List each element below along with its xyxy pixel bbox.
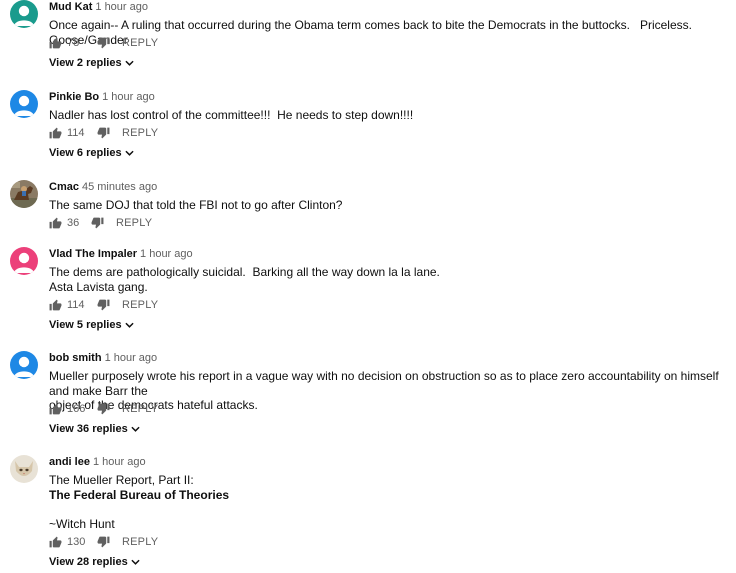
chevron-down-icon xyxy=(131,426,140,432)
comment-author[interactable]: Mud Kat xyxy=(49,1,92,13)
thumbs-up-icon[interactable] xyxy=(49,536,62,548)
view-replies-label: View 5 replies xyxy=(49,319,122,331)
thumbs-up-icon[interactable] xyxy=(49,217,62,229)
thumbs-up-icon[interactable] xyxy=(49,127,62,139)
comment-timestamp[interactable]: 1 hour ago xyxy=(95,1,148,13)
avatar[interactable] xyxy=(10,247,38,275)
view-replies-button[interactable]: View 28 replies xyxy=(49,556,140,568)
chevron-down-icon xyxy=(124,322,134,328)
thumbs-down-icon[interactable] xyxy=(97,37,110,49)
comment-text xyxy=(49,502,729,517)
like-count: 114 xyxy=(67,299,85,311)
comment-timestamp[interactable]: 1 hour ago xyxy=(102,91,155,103)
chevron-down-icon xyxy=(131,559,140,565)
like-count: 36 xyxy=(67,217,80,229)
like-count: 130 xyxy=(67,536,86,548)
thumbs-up-icon[interactable] xyxy=(49,299,62,311)
comment-author[interactable]: Vlad The Impaler xyxy=(49,248,137,260)
view-replies-label: View 28 replies xyxy=(49,556,128,568)
comment-timestamp[interactable]: 45 minutes ago xyxy=(82,181,157,193)
comment-text: Mueller purposely wrote his report in a … xyxy=(49,369,723,398)
comment-author[interactable]: andi lee xyxy=(49,456,90,468)
comment-timestamp[interactable]: 1 hour ago xyxy=(105,352,158,364)
avatar[interactable] xyxy=(10,455,38,483)
default-avatar-icon xyxy=(10,90,38,118)
comment-text: The same DOJ that told the FBI not to go… xyxy=(49,198,343,212)
view-replies-label: View 36 replies xyxy=(49,423,128,435)
reply-button[interactable]: REPLY xyxy=(122,37,158,49)
comment-text: Nadler has lost control of the committee… xyxy=(49,108,414,122)
avatar[interactable] xyxy=(10,351,38,379)
cat-photo-icon xyxy=(10,455,38,483)
view-replies-button[interactable]: View 2 replies xyxy=(49,57,134,69)
avatar[interactable] xyxy=(10,90,38,118)
view-replies-button[interactable]: View 5 replies xyxy=(49,319,134,331)
thumbs-down-icon[interactable] xyxy=(91,217,104,229)
default-avatar-icon xyxy=(10,0,38,28)
default-avatar-icon xyxy=(10,247,38,275)
comment-text: The Mueller Report, Part II: xyxy=(49,473,194,487)
view-replies-button[interactable]: View 6 replies xyxy=(49,147,134,159)
reply-button[interactable]: REPLY xyxy=(122,536,158,548)
comment-author[interactable]: Cmac xyxy=(49,181,79,193)
reply-button[interactable]: REPLY xyxy=(122,127,158,139)
comment-text: Asta Lavista gang. xyxy=(49,279,148,294)
comment-text: ~Witch Hunt xyxy=(49,516,115,531)
comment-timestamp[interactable]: 1 hour ago xyxy=(93,456,146,468)
thumbs-up-icon[interactable] xyxy=(49,403,62,415)
horse-photo-icon xyxy=(10,180,38,208)
thumbs-down-icon[interactable] xyxy=(97,536,110,548)
like-count: 114 xyxy=(67,127,85,139)
default-avatar-icon xyxy=(10,351,38,379)
thumbs-down-icon[interactable] xyxy=(97,127,110,139)
view-replies-label: View 2 replies xyxy=(49,57,122,69)
like-count: 78 xyxy=(67,37,80,49)
thumbs-down-icon[interactable] xyxy=(97,403,110,415)
avatar[interactable] xyxy=(10,0,38,28)
comment-text: The dems are pathologically suicidal. Ba… xyxy=(49,265,440,279)
thumbs-down-icon[interactable] xyxy=(97,299,110,311)
reply-button[interactable]: REPLY xyxy=(116,217,152,229)
view-replies-label: View 6 replies xyxy=(49,147,122,159)
view-replies-button[interactable]: View 36 replies xyxy=(49,423,140,435)
comment-timestamp[interactable]: 1 hour ago xyxy=(140,248,193,260)
comment-author[interactable]: bob smith xyxy=(49,352,102,364)
thumbs-up-icon[interactable] xyxy=(49,37,62,49)
reply-button[interactable]: REPLY xyxy=(122,299,158,311)
reply-button[interactable]: REPLY xyxy=(122,403,158,415)
comment-text: The Federal Bureau of Theories xyxy=(49,487,230,502)
chevron-down-icon xyxy=(124,60,134,66)
avatar[interactable] xyxy=(10,180,38,208)
like-count: 166 xyxy=(67,403,86,415)
comment-author[interactable]: Pinkie Bo xyxy=(49,91,99,103)
chevron-down-icon xyxy=(124,150,134,156)
